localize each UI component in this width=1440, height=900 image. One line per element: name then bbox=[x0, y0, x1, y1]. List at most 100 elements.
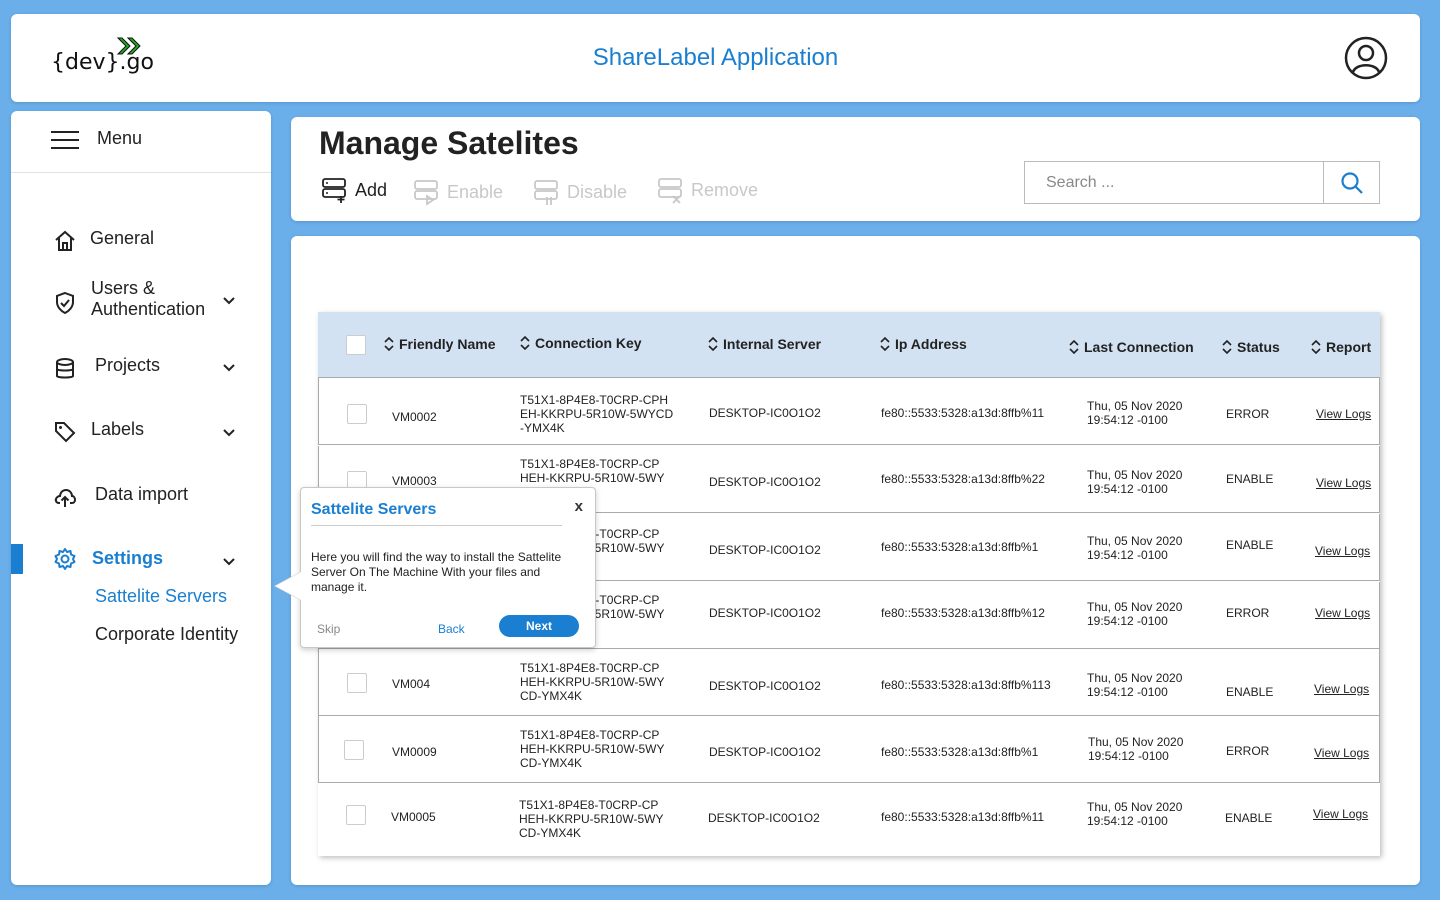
shield-check-icon bbox=[56, 291, 74, 315]
menu-toggle[interactable]: Menu bbox=[11, 111, 271, 173]
status-cell: ERROR bbox=[1226, 744, 1270, 758]
sort-icon bbox=[384, 337, 394, 351]
connection-key-cell: T51X1-8P4E8-T0CRP-CPHEH-KKRPU-5R10W-5WYC… bbox=[519, 798, 664, 840]
internal-server-cell: DESKTOP-IC0O1O2 bbox=[709, 606, 821, 620]
column-header-report[interactable]: Report bbox=[1311, 339, 1371, 355]
ip-address-cell: fe80::5533:5328:a13d:8ffb%22 bbox=[881, 472, 1045, 486]
ip-address-cell: fe80::5533:5328:a13d:8ffb%113 bbox=[881, 678, 1051, 692]
view-logs-link[interactable]: View Logs bbox=[1316, 476, 1371, 490]
internal-server-cell: DESKTOP-IC0O1O2 bbox=[709, 406, 821, 420]
chevron-down-icon bbox=[223, 364, 235, 372]
onboarding-popover: Sattelite Servers x Here you will find t… bbox=[275, 487, 596, 648]
menu-label: Menu bbox=[97, 128, 143, 148]
connection-key-cell: T51X1-8P4E8-T0CRP-CPHEH-KKRPU-5R10W-5WYC… bbox=[520, 661, 665, 703]
row-checkbox[interactable] bbox=[347, 404, 367, 424]
ip-address-cell: fe80::5533:5328:a13d:8ffb%11 bbox=[881, 810, 1045, 824]
back-button[interactable]: Back bbox=[438, 622, 465, 636]
app-title: ShareLabel Application bbox=[592, 44, 839, 71]
page-title: Manage Satelites bbox=[319, 125, 579, 161]
row-checkbox[interactable] bbox=[346, 805, 366, 825]
view-logs-link[interactable]: View Logs bbox=[1315, 544, 1370, 558]
chevron-down-icon bbox=[223, 558, 235, 566]
row-checkbox[interactable] bbox=[347, 673, 367, 693]
column-header-ip-address[interactable]: Ip Address bbox=[880, 336, 967, 352]
view-logs-link[interactable]: View Logs bbox=[1313, 807, 1368, 821]
cloud-upload-icon bbox=[54, 488, 77, 507]
view-logs-link[interactable]: View Logs bbox=[1315, 606, 1370, 620]
server-add-icon bbox=[322, 178, 346, 203]
sort-icon bbox=[1311, 340, 1321, 354]
ip-address-cell: fe80::5533:5328:a13d:8ffb%11 bbox=[881, 406, 1045, 420]
internal-server-cell: DESKTOP-IC0O1O2 bbox=[708, 811, 820, 825]
chevron-down-icon bbox=[223, 429, 235, 437]
column-header-connection-key[interactable]: Connection Key bbox=[520, 335, 642, 351]
search-button[interactable] bbox=[1324, 162, 1379, 203]
row-checkbox[interactable] bbox=[344, 740, 364, 760]
internal-server-cell: DESKTOP-IC0O1O2 bbox=[709, 475, 821, 489]
remove-button[interactable]: Remove bbox=[657, 175, 758, 205]
skip-button[interactable]: Skip bbox=[317, 622, 340, 636]
status-cell: ENABLE bbox=[1225, 811, 1273, 825]
add-label: Add bbox=[355, 179, 388, 200]
connection-key-cell: T51X1-8P4E8-T0CRP-CPHEH-KKRPU-5R10W-5WYC… bbox=[520, 728, 665, 770]
table-row[interactable]: VM0005 T51X1-8P4E8-T0CRP-CP HEH-KKRPU-5R1… bbox=[318, 784, 1380, 851]
table-header: Friendly Name Connection Key Internal Se… bbox=[318, 312, 1380, 378]
gear-icon bbox=[54, 548, 76, 570]
close-button[interactable]: x bbox=[575, 498, 583, 515]
enable-button[interactable]: Enable bbox=[413, 177, 503, 207]
sidebar-item-data-import[interactable]: Data import bbox=[11, 481, 271, 511]
chevron-down-icon bbox=[223, 297, 235, 305]
view-logs-link[interactable]: View Logs bbox=[1314, 746, 1369, 760]
table-row[interactable]: VM0009 T51X1-8P4E8-T0CRP-CP HEH-KKRPU-5R1… bbox=[318, 716, 1380, 783]
sidebar-item-label: Data import bbox=[95, 484, 189, 504]
last-connection-cell: Thu, 05 Nov 2020 19:54:12 -0100 bbox=[1087, 800, 1183, 828]
status-cell: ENABLE bbox=[1226, 685, 1274, 699]
remove-label: Remove bbox=[691, 179, 759, 200]
last-connection-cell: Thu, 05 Nov 2020 19:54:12 -0100 bbox=[1087, 468, 1183, 496]
sidebar-subitem-corporate-identity[interactable]: Corporate Identity bbox=[95, 624, 238, 645]
sort-icon bbox=[880, 337, 890, 351]
sidebar-item-general[interactable]: General bbox=[11, 225, 271, 255]
sidebar-item-users-authentication[interactable]: Users & Authentication bbox=[11, 276, 271, 322]
popover-divider bbox=[311, 525, 562, 526]
sidebar-item-label: General bbox=[90, 228, 155, 248]
sidebar-item-projects[interactable]: Projects bbox=[11, 351, 271, 381]
sort-icon bbox=[520, 336, 530, 350]
last-connection-cell: Thu, 05 Nov 2020 19:54:12 -0100 bbox=[1087, 534, 1183, 562]
column-header-friendly-name[interactable]: Friendly Name bbox=[384, 336, 495, 352]
popover-body: Here you will find the way to install th… bbox=[311, 550, 562, 594]
column-header-internal-server[interactable]: Internal Server bbox=[708, 336, 821, 352]
ip-address-cell: fe80::5533:5328:a13d:8ffb%1 bbox=[881, 540, 1039, 554]
last-connection-cell: Thu, 05 Nov 2020 19:54:12 -0100 bbox=[1087, 399, 1183, 427]
disable-button[interactable]: Disable bbox=[533, 177, 627, 207]
sidebar-item-settings[interactable]: Settings bbox=[11, 545, 271, 575]
user-avatar-icon[interactable] bbox=[1344, 36, 1388, 80]
column-header-status[interactable]: Status bbox=[1222, 339, 1280, 355]
ip-address-cell: fe80::5533:5328:a13d:8ffb%12 bbox=[881, 606, 1045, 620]
view-logs-link[interactable]: View Logs bbox=[1316, 407, 1371, 421]
sidebar-subitem-sattelite-servers[interactable]: Sattelite Servers bbox=[95, 586, 227, 607]
column-header-last-connection[interactable]: Last Connection bbox=[1069, 339, 1194, 355]
disable-label: Disable bbox=[567, 181, 628, 202]
toolbar-card: Manage Satelites Add Enable Disable Remo… bbox=[291, 117, 1420, 221]
sidebar-item-labels[interactable]: Labels bbox=[11, 416, 271, 446]
connection-key-cell: T51X1-8P4E8-T0CRP-CPHEH-KKRPU-5R10W-5WYC… bbox=[520, 393, 674, 435]
enable-label: Enable bbox=[447, 181, 504, 202]
table-row[interactable]: VM0002 T51X1-8P4E8-T0CRP-CPH EH-KKRPU-5R1… bbox=[318, 378, 1380, 445]
sidebar-item-label: Projects bbox=[95, 355, 161, 375]
search-input[interactable] bbox=[1025, 162, 1324, 203]
sidebar-item-label: Settings bbox=[92, 548, 164, 568]
app-header: {dev}.go ShareLabel Application bbox=[11, 14, 1420, 102]
friendly-name-cell: VM0003 bbox=[392, 474, 437, 488]
popover-arrow bbox=[275, 572, 301, 600]
add-button[interactable]: Add bbox=[321, 175, 387, 205]
view-logs-link[interactable]: View Logs bbox=[1314, 682, 1369, 696]
last-connection-cell: Thu, 05 Nov 2020 19:54:12 -0100 bbox=[1088, 735, 1184, 763]
popover-title: Sattelite Servers bbox=[311, 501, 437, 518]
next-button[interactable]: Next bbox=[499, 615, 579, 637]
table-row[interactable]: VM004 T51X1-8P4E8-T0CRP-CP HEH-KKRPU-5R10… bbox=[318, 649, 1380, 716]
select-all-checkbox[interactable] bbox=[346, 335, 366, 355]
friendly-name-cell: VM0005 bbox=[391, 810, 436, 824]
status-cell: ERROR bbox=[1226, 606, 1270, 620]
tag-icon bbox=[55, 422, 76, 443]
